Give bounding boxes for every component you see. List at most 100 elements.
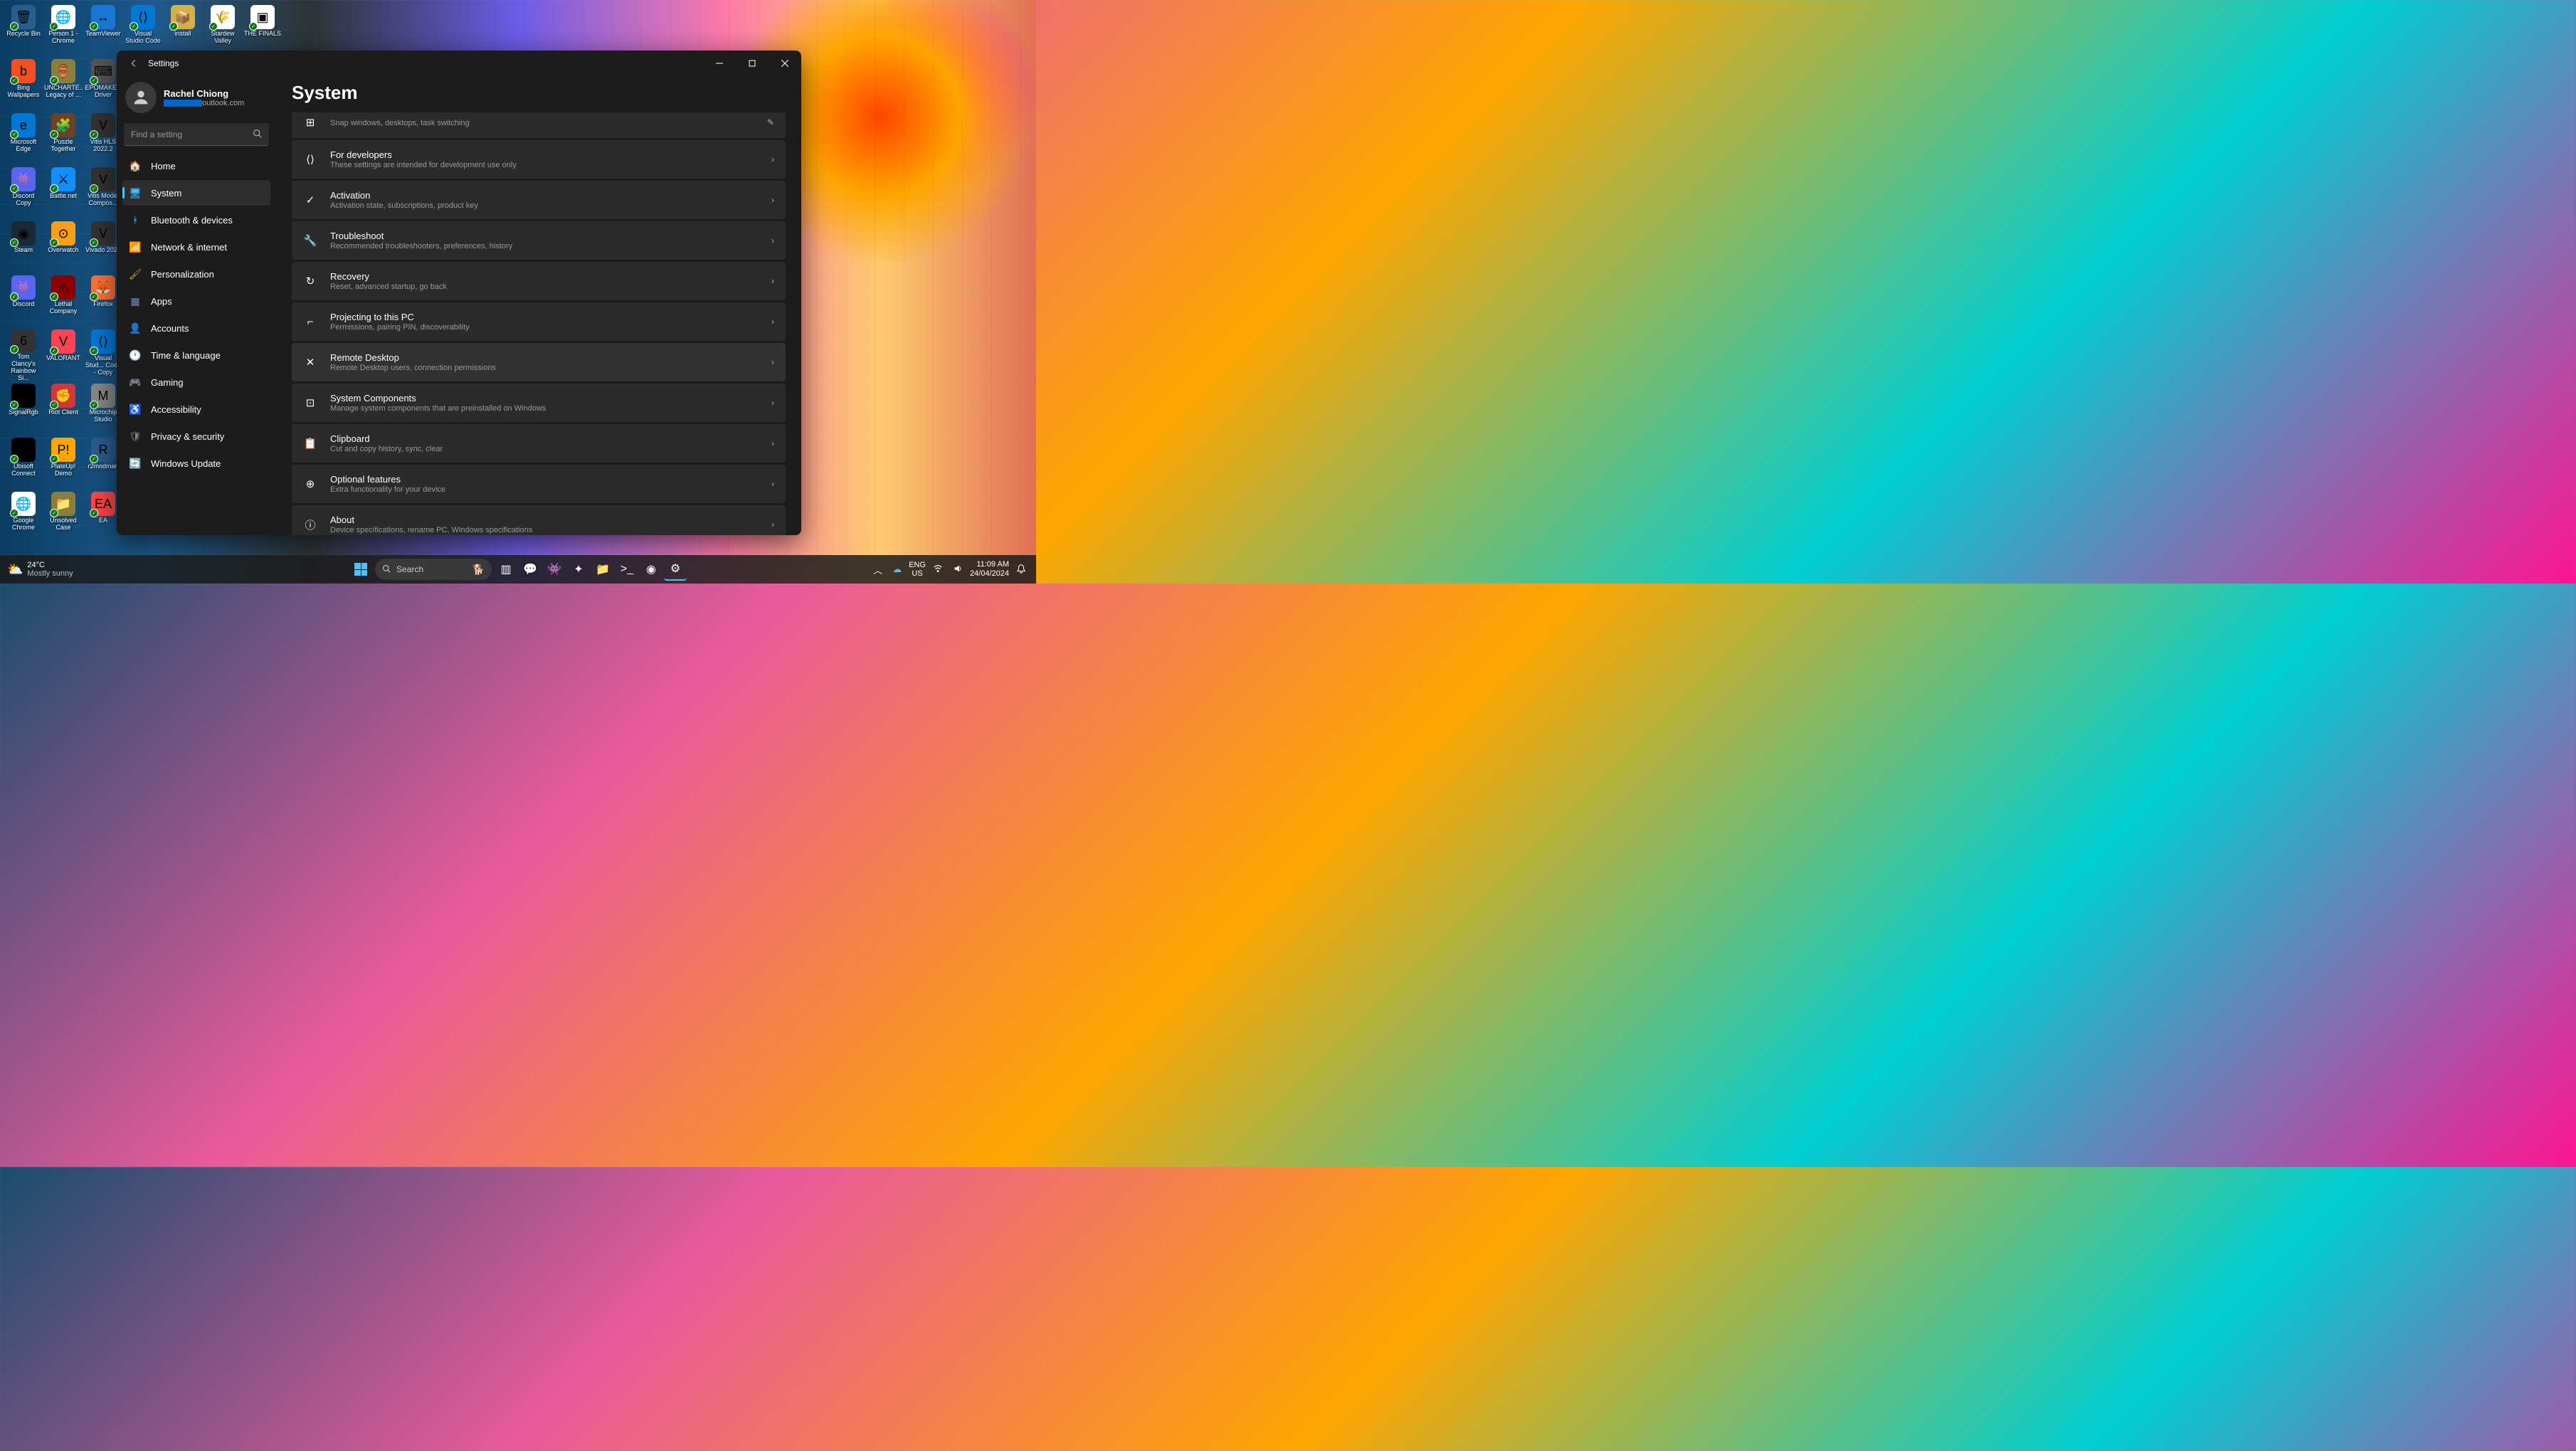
taskbar-app-steam[interactable]: ◉ bbox=[640, 558, 663, 581]
icon-label: Bing Wallpapers bbox=[5, 85, 42, 99]
desktop-icon[interactable]: 🗑✓Recycle Bin bbox=[4, 4, 43, 58]
desktop-icon[interactable]: ▣✓THE FINALS bbox=[243, 4, 283, 58]
icon-label: Person 1 - Chrome bbox=[45, 31, 82, 45]
desktop-icon[interactable]: e✓Microsoft Edge bbox=[4, 112, 43, 166]
setting-desc: Reset, advanced startup, go back bbox=[330, 283, 771, 291]
desktop-icon[interactable]: 👾✓Discord Copy bbox=[4, 166, 43, 220]
app-icon: ⚠✓ bbox=[51, 275, 75, 300]
weather-widget[interactable]: ⛅ 24°C Mostly sunny bbox=[7, 561, 73, 578]
close-button[interactable] bbox=[769, 52, 801, 75]
taskbar-app-app[interactable]: ✦ bbox=[567, 558, 590, 581]
nav-item-personalization[interactable]: 🖌Personalization bbox=[122, 261, 270, 287]
icon-label: Discord Copy bbox=[5, 193, 42, 207]
nav-item-apps[interactable]: ▦Apps bbox=[122, 288, 270, 314]
settings-search[interactable] bbox=[124, 123, 269, 146]
setting-icon: 🔧 bbox=[303, 233, 317, 248]
desktop-icon[interactable]: 🏺✓UNCHARTE... Legacy of ... bbox=[43, 58, 83, 112]
nav-item-network-internet[interactable]: 📶Network & internet bbox=[122, 234, 270, 260]
tray-expand-button[interactable]: ︿ bbox=[870, 561, 885, 578]
nav-icon: 👤 bbox=[130, 322, 141, 334]
nav-icon: 🖌 bbox=[130, 268, 141, 280]
app-icon: ⊙✓ bbox=[51, 221, 75, 246]
desktop-icon[interactable]: S✓SignalRgb bbox=[4, 382, 43, 436]
desktop-icon[interactable]: 📁✓Unsolved Case bbox=[43, 490, 83, 544]
maximize-button[interactable] bbox=[736, 52, 769, 75]
icon-label: Recycle Bin bbox=[6, 31, 41, 38]
nav-item-time-language[interactable]: 🕐Time & language bbox=[122, 342, 270, 368]
user-account-block[interactable]: Rachel Chiong outlook.com bbox=[122, 76, 270, 123]
setting-desc: Extra functionality for your device bbox=[330, 485, 771, 494]
setting-item-activation[interactable]: ✓ActivationActivation state, subscriptio… bbox=[292, 181, 786, 219]
taskbar-app-file-explorer[interactable]: 📁 bbox=[591, 558, 614, 581]
setting-item-projecting-to-this-pc[interactable]: ⌐Projecting to this PCPermissions, pairi… bbox=[292, 302, 786, 341]
volume-icon[interactable] bbox=[950, 562, 966, 577]
desktop-icon[interactable]: ⚔✓Battle.net bbox=[43, 166, 83, 220]
setting-item-remote-desktop[interactable]: ✕Remote DesktopRemote Desktop users, con… bbox=[292, 343, 786, 381]
desktop-icon[interactable]: 🌐✓ Person 1 - Chrome bbox=[43, 4, 83, 58]
desktop-icon[interactable]: 🌐✓Google Chrome bbox=[4, 490, 43, 544]
desktop-icon[interactable]: 🧩✓Puszle Together bbox=[43, 112, 83, 166]
minimize-button[interactable] bbox=[703, 52, 736, 75]
start-button[interactable] bbox=[349, 558, 372, 581]
search-input[interactable] bbox=[124, 123, 269, 146]
setting-desc: Device specifications, rename PC, Window… bbox=[330, 526, 771, 534]
setting-icon: ⌐ bbox=[303, 315, 317, 329]
setting-item-about[interactable]: ⓘAboutDevice specifications, rename PC, … bbox=[292, 505, 786, 535]
page-title: System bbox=[292, 82, 786, 104]
nav-item-windows-update[interactable]: 🔄Windows Update bbox=[122, 450, 270, 476]
notifications-button[interactable] bbox=[1013, 564, 1029, 576]
desktop-icon[interactable]: V✓VALORANT bbox=[43, 328, 83, 382]
setting-desc: Snap windows, desktops, task switching bbox=[330, 119, 767, 127]
taskbar-app-task-view[interactable]: ▥ bbox=[495, 558, 517, 581]
nav-item-system[interactable]: 🖥System bbox=[122, 180, 270, 206]
taskbar-search[interactable]: Search 🐕 bbox=[375, 559, 492, 580]
nav-item-accessibility[interactable]: ♿Accessibility bbox=[122, 396, 270, 422]
desktop-icon[interactable]: 6✓Tom Clancy's Rainbow Si... bbox=[4, 328, 43, 382]
clock[interactable]: 11:09 AM 24/04/2024 bbox=[970, 560, 1009, 579]
icon-label: Lethal Company bbox=[45, 301, 82, 315]
nav-item-home[interactable]: 🏠Home bbox=[122, 153, 270, 179]
icon-label: Steam bbox=[14, 247, 33, 254]
nav-label: Time & language bbox=[151, 350, 221, 361]
desktop-icon[interactable]: ↔✓TeamViewer bbox=[83, 4, 123, 58]
nav-item-accounts[interactable]: 👤Accounts bbox=[122, 315, 270, 341]
app-icon: 🌐✓ bbox=[51, 5, 75, 29]
setting-item-troubleshoot[interactable]: 🔧TroubleshootRecommended troubleshooters… bbox=[292, 221, 786, 260]
nav-item-bluetooth-devices[interactable]: ᚼBluetooth & devices bbox=[122, 207, 270, 233]
desktop-icon[interactable]: P!✓PlateUp! Demo bbox=[43, 436, 83, 490]
desktop-icon[interactable]: ⚠✓Lethal Company bbox=[43, 274, 83, 328]
icon-label: Tom Clancy's Rainbow Si... bbox=[5, 354, 42, 381]
language-indicator[interactable]: ENG US bbox=[909, 561, 926, 578]
setting-item-system-components[interactable]: ⊡System ComponentsManage system componen… bbox=[292, 384, 786, 422]
chevron-right-icon: › bbox=[771, 398, 774, 408]
taskbar-app-settings[interactable]: ⚙ bbox=[664, 558, 687, 581]
taskbar-app-terminal[interactable]: >_ bbox=[616, 558, 638, 581]
setting-title: System Components bbox=[330, 393, 771, 403]
setting-item-multitasking[interactable]: ⊞Snap windows, desktops, task switching✎ bbox=[292, 112, 786, 138]
desktop-icon[interactable]: ✊✓Riot Client bbox=[43, 382, 83, 436]
setting-item-recovery[interactable]: ↻RecoveryReset, advanced startup, go bac… bbox=[292, 262, 786, 300]
setting-item-optional-features[interactable]: ⊕Optional featuresExtra functionality fo… bbox=[292, 465, 786, 503]
desktop-icon[interactable]: b✓Bing Wallpapers bbox=[4, 58, 43, 112]
desktop-icon[interactable]: ⊙✓Overwatch bbox=[43, 220, 83, 274]
setting-title: Activation bbox=[330, 190, 771, 201]
desktop-icon[interactable]: 👾✓Discord bbox=[4, 274, 43, 328]
icon-label: Unsolved Case bbox=[45, 517, 82, 532]
taskbar-app-discord[interactable]: 👾 bbox=[543, 558, 566, 581]
desktop-icon[interactable]: 📦✓install bbox=[163, 4, 203, 58]
nav-item-privacy-security[interactable]: 🛡Privacy & security bbox=[122, 423, 270, 449]
desktop-icon[interactable]: ◉✓Steam bbox=[4, 220, 43, 274]
desktop-icon[interactable]: U✓Ubisoft Connect bbox=[4, 436, 43, 490]
desktop-icon[interactable]: ⟨⟩✓Visual Studio Code bbox=[123, 4, 163, 58]
taskbar-app-copilot[interactable]: 💬 bbox=[519, 558, 542, 581]
setting-icon: ↻ bbox=[303, 274, 317, 288]
setting-item-for-developers[interactable]: ⟨⟩For developersThese settings are inten… bbox=[292, 140, 786, 179]
onedrive-tray-icon[interactable]: ☁ bbox=[890, 562, 904, 576]
desktop-icon[interactable]: 🌾✓Stardew Valley bbox=[203, 4, 243, 58]
setting-item-clipboard[interactable]: 📋ClipboardCut and copy history, sync, cl… bbox=[292, 424, 786, 463]
avatar bbox=[125, 82, 157, 113]
wifi-icon[interactable] bbox=[930, 562, 946, 577]
nav-label: Network & internet bbox=[151, 242, 227, 253]
nav-item-gaming[interactable]: 🎮Gaming bbox=[122, 369, 270, 395]
back-button[interactable] bbox=[127, 56, 141, 70]
